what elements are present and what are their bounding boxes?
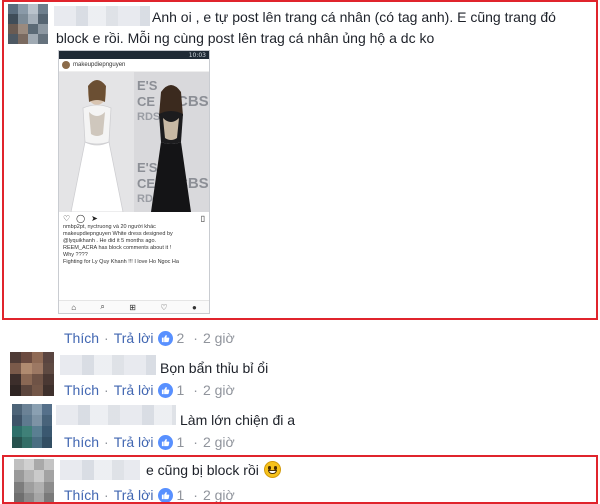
separator: · — [193, 487, 198, 503]
separator: · — [193, 434, 198, 450]
facebook-comment-thread: Anh oi , e tự post lên trang cá nhân (có… — [0, 0, 600, 504]
like-link[interactable]: Thích — [64, 433, 99, 451]
caption-line: @lyquikhanh . He did it 5 months ago. — [63, 238, 157, 244]
timestamp[interactable]: 2 giờ — [203, 486, 235, 504]
heart-icon[interactable]: ♡ — [63, 214, 70, 223]
avatar-blurred[interactable] — [8, 4, 48, 44]
share-icon[interactable]: ➤ — [91, 214, 98, 223]
instagram-bottom-nav: ⌂ ⌕ ⊞ ♡ ● — [59, 300, 209, 313]
comment-actions: Thích · Trả lời 1 · 2 giờ — [64, 381, 235, 399]
timestamp[interactable]: 2 giờ — [203, 381, 235, 399]
like-link[interactable]: Thích — [64, 329, 99, 347]
reply-link[interactable]: Trả lời — [114, 433, 154, 451]
thumbs-up-icon[interactable] — [158, 434, 174, 450]
like-link[interactable]: Thích — [64, 381, 99, 399]
reply-link[interactable]: Trả lời — [114, 486, 154, 504]
separator: · — [193, 330, 198, 346]
add-icon[interactable]: ⊞ — [129, 303, 136, 312]
home-icon[interactable]: ⌂ — [71, 303, 76, 312]
likes-line: nmbp2pt, nyctruong và 20 người khác — [63, 224, 156, 230]
backdrop-text: E'S — [137, 78, 158, 93]
comment-text-line-2: block e rồi. Mỗi ng cùng post lên trag c… — [56, 30, 435, 46]
separator: · — [193, 382, 198, 398]
like-count[interactable]: 1 — [176, 381, 184, 399]
comment-actions: Thích · Trả lời 1 · 2 giờ — [64, 433, 235, 451]
avatar-blurred[interactable] — [12, 404, 52, 448]
status-time: 10:03 — [188, 51, 206, 59]
heart-icon[interactable]: ♡ — [160, 303, 167, 312]
separator: · — [104, 382, 109, 398]
caption-line: Fighting for Ly Quy Khanh !!! I love Ho … — [63, 259, 179, 265]
author-name-blurred[interactable] — [54, 6, 150, 26]
phone-status-bar: 10:03 — [59, 51, 209, 59]
comment-actions: Thích · Trả lời 2 · 2 giờ — [64, 329, 235, 347]
timestamp[interactable]: 2 giờ — [203, 433, 235, 451]
thumbs-up-icon[interactable] — [158, 382, 174, 398]
backdrop-text: E'S — [137, 160, 158, 175]
separator: · — [104, 487, 109, 503]
caption-line: Why ???? — [63, 252, 88, 258]
like-count[interactable]: 1 — [176, 486, 184, 504]
comment-actions: Thích · Trả lời 1 · 2 giờ — [64, 486, 235, 504]
author-name-blurred[interactable] — [60, 460, 140, 480]
account-avatar — [62, 61, 70, 69]
smiley-emoji — [263, 461, 281, 478]
comment-icon[interactable]: ◯ — [76, 214, 85, 223]
reply-text: Bọn bẩn thỉu bỉ ổi — [160, 360, 269, 376]
timestamp[interactable]: 2 giờ — [203, 329, 235, 347]
caption-line: makeupdiepnguyen White dress designed by — [63, 231, 173, 237]
reply-link[interactable]: Trả lời — [114, 381, 154, 399]
separator: · — [104, 330, 109, 346]
backdrop-text: CE — [137, 94, 155, 109]
separator: · — [104, 434, 109, 450]
instagram-post-header: makeupdiepnguyen — [59, 59, 209, 72]
like-count[interactable]: 1 — [176, 433, 184, 451]
avatar-blurred[interactable] — [10, 352, 54, 396]
reply-text-container: e cũng bị block rồi — [146, 460, 281, 481]
backdrop-text: CE — [137, 176, 155, 191]
reply-text: Làm lớn chiện đi a — [180, 412, 296, 428]
bookmark-icon[interactable]: ▯ — [201, 214, 205, 223]
backdrop-text: RDS — [137, 111, 160, 123]
reply-text: e cũng bị block rồi — [146, 462, 259, 478]
reply-link[interactable]: Trả lời — [114, 329, 154, 347]
red-carpet-photo: E'S CE RDS CBS E'S CE RDS CBS — [59, 72, 209, 212]
profile-icon[interactable]: ● — [192, 303, 197, 312]
author-name-blurred[interactable] — [56, 405, 176, 425]
instagram-action-bar: ♡ ◯ ➤ ▯ — [59, 212, 209, 224]
caption-line: REEM_ACRA has block comments about it ! — [63, 245, 172, 251]
instagram-photo: E'S CE RDS CBS E'S CE RDS CBS — [59, 72, 209, 212]
avatar-blurred[interactable] — [14, 459, 54, 504]
author-name-blurred[interactable] — [60, 355, 156, 375]
account-name: makeupdiepnguyen — [73, 62, 126, 68]
attached-screenshot[interactable]: 10:03 makeupdiepnguyen E'S CE RDS CBS E'… — [58, 50, 210, 314]
thumbs-up-icon[interactable] — [158, 487, 174, 503]
thumbs-up-icon[interactable] — [158, 330, 174, 346]
comment-text-line-1: Anh oi , e tự post lên trang cá nhân (có… — [152, 9, 556, 25]
search-icon[interactable]: ⌕ — [100, 302, 104, 312]
like-count[interactable]: 2 — [176, 329, 184, 347]
like-link[interactable]: Thích — [64, 486, 99, 504]
